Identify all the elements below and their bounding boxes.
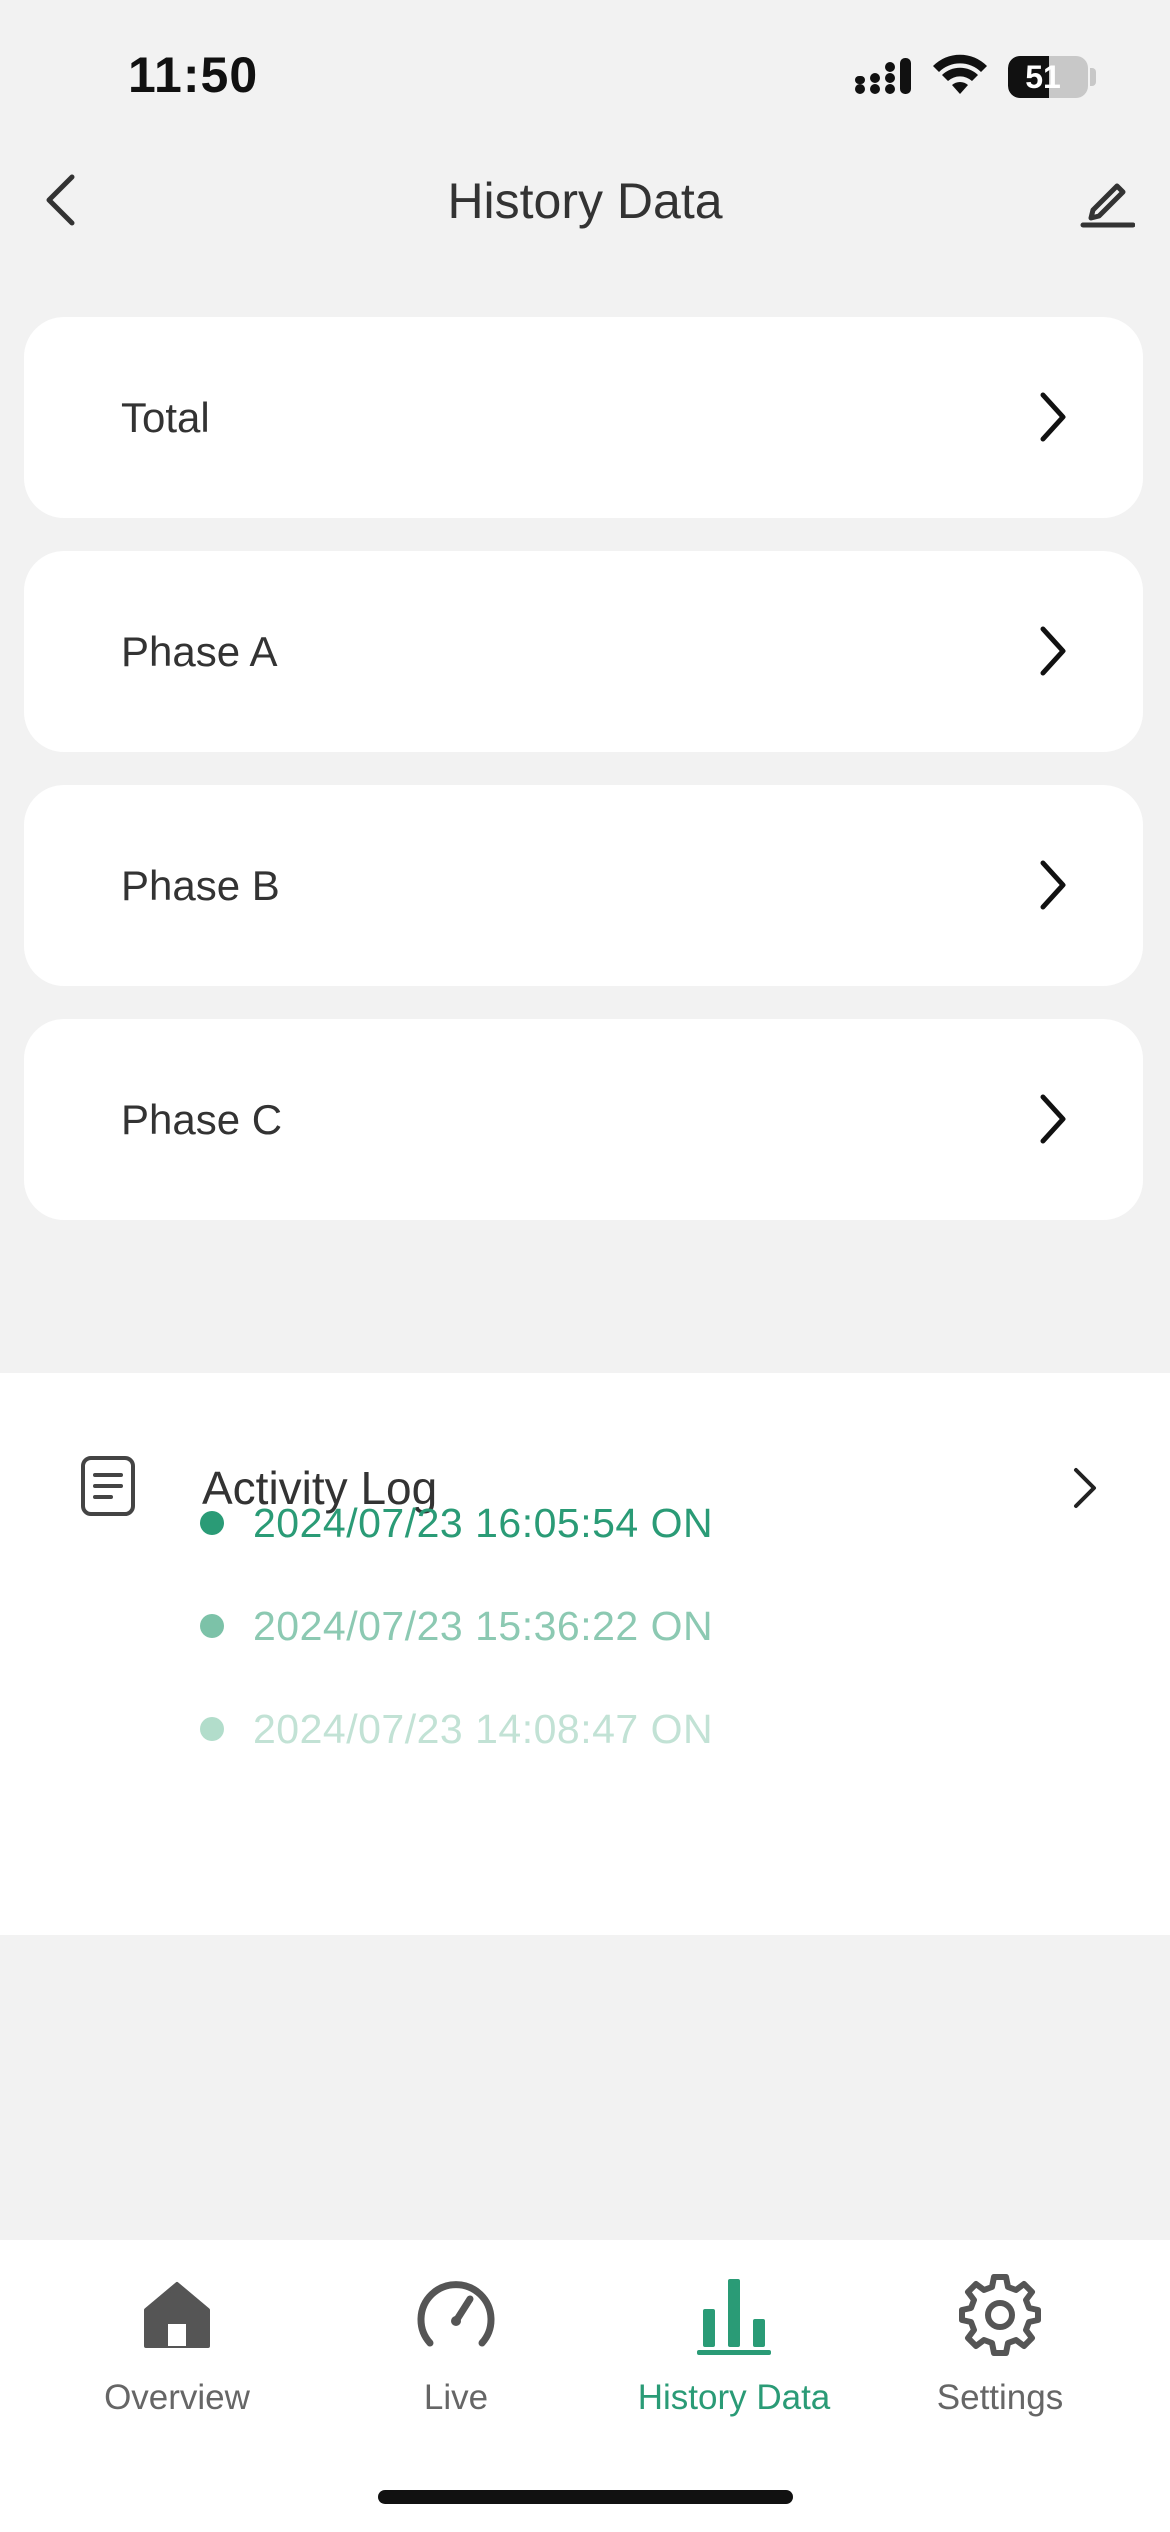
chevron-right-icon — [1040, 1094, 1066, 1144]
tab-label: History Data — [637, 2378, 831, 2417]
tab-live[interactable]: Live — [336, 2240, 576, 2470]
log-entry: 2024/07/23 15:36:22 ON — [200, 1596, 713, 1656]
battery-percent: 51 — [1025, 59, 1061, 95]
document-icon — [81, 1456, 135, 1516]
wifi-icon — [933, 54, 987, 94]
card-phase-a[interactable]: Phase A — [24, 551, 1143, 752]
tab-overview[interactable]: Overview — [57, 2240, 297, 2470]
home-indicator[interactable] — [378, 2490, 793, 2504]
battery-icon: 51 — [1008, 56, 1088, 98]
status-dot — [200, 1717, 224, 1741]
gear-icon — [959, 2274, 1041, 2356]
page-title: History Data — [447, 173, 723, 229]
tab-label: Live — [423, 2378, 489, 2417]
edit-button[interactable] — [1075, 168, 1139, 232]
status-dot — [200, 1614, 224, 1638]
card-total[interactable]: Total — [24, 317, 1143, 518]
chevron-right-icon — [1040, 626, 1066, 676]
log-entry: 2024/07/23 16:05:54 ON — [200, 1493, 713, 1553]
log-entry: 2024/07/23 14:08:47 ON — [200, 1699, 713, 1759]
card-label: Phase A — [121, 628, 278, 675]
tab-label: Settings — [936, 2378, 1064, 2417]
screen: 11:50 51 History Data Total Phase A Phas… — [0, 0, 1170, 2532]
tab-bar: Overview Live History Data Settings — [0, 2240, 1170, 2532]
tab-history-data[interactable]: History Data — [614, 2240, 854, 2470]
card-phase-c[interactable]: Phase C — [24, 1019, 1143, 1220]
activity-log[interactable]: Activity Log 2024/07/23 16:05:54 ON 2024… — [0, 1373, 1170, 1935]
chevron-right-icon — [1040, 860, 1066, 910]
log-entry-text: 2024/07/23 15:36:22 ON — [253, 1602, 714, 1649]
card-phase-b[interactable]: Phase B — [24, 785, 1143, 986]
speedometer-icon — [417, 2281, 495, 2347]
card-label: Phase B — [121, 862, 280, 909]
chevron-right-icon — [1074, 1468, 1096, 1508]
tab-label: Overview — [104, 2378, 250, 2417]
tab-settings[interactable]: Settings — [880, 2240, 1120, 2470]
cellular-signal-icon — [855, 58, 911, 94]
status-bar: 11:50 51 — [0, 0, 1170, 150]
phase-list: Total Phase A Phase B Phase C — [24, 317, 1143, 1253]
pencil-icon — [1080, 183, 1135, 228]
status-time: 11:50 — [128, 47, 259, 103]
log-entry-text: 2024/07/23 16:05:54 ON — [253, 1499, 714, 1546]
home-icon — [144, 2282, 210, 2348]
card-label: Phase C — [121, 1096, 283, 1143]
bar-chart-icon — [697, 2279, 771, 2355]
header: History Data — [0, 150, 1170, 250]
status-dot — [200, 1511, 224, 1535]
card-label: Total — [121, 394, 210, 441]
log-entry-text: 2024/07/23 14:08:47 ON — [253, 1705, 714, 1752]
battery-cap — [1090, 68, 1096, 86]
chevron-right-icon — [1040, 392, 1066, 442]
